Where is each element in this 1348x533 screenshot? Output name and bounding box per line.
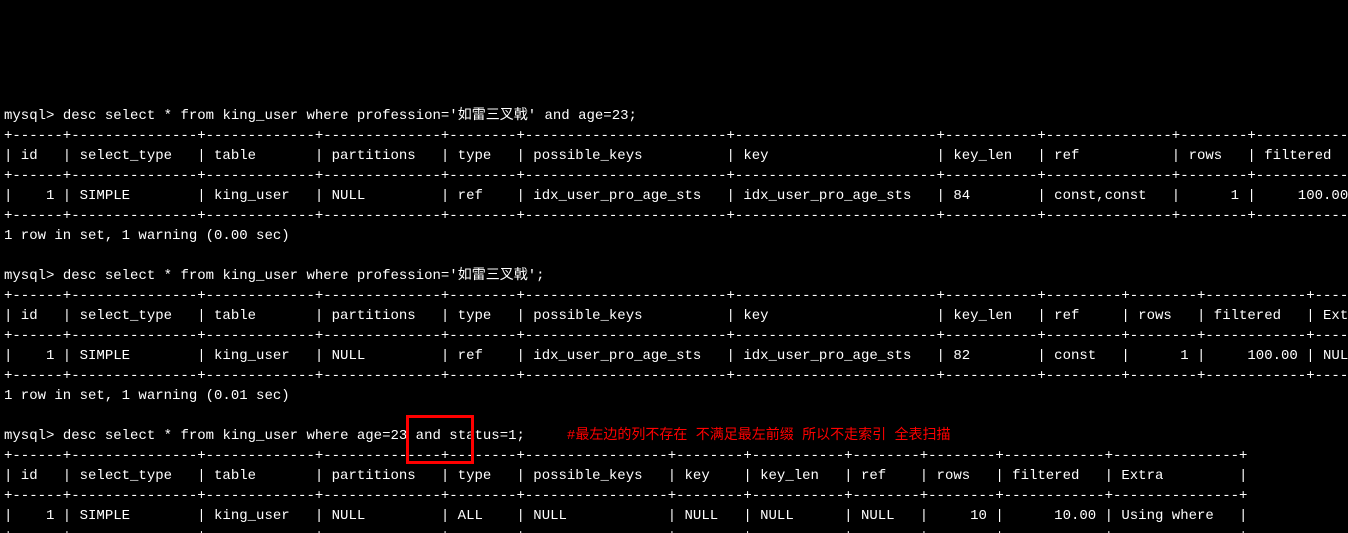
table-border: +------+---------------+-------------+--… <box>4 368 1348 384</box>
table-border: +------+---------------+-------------+--… <box>4 488 1247 504</box>
table-border: +------+---------------+-------------+--… <box>4 528 1247 533</box>
table-row: | 1 | SIMPLE | king_user | NULL | ref | … <box>4 188 1348 204</box>
table-border: +------+---------------+-------------+--… <box>4 128 1348 144</box>
result-footer-0: 1 row in set, 1 warning (0.00 sec) <box>4 228 290 244</box>
annotation-2: #最左边的列不存在 不满足最左前缀 所以不走索引 全表扫描 <box>567 428 951 444</box>
table-border: +------+---------------+-------------+--… <box>4 328 1348 344</box>
table-header-row: | id | select_type | table | partitions … <box>4 468 1247 484</box>
sql-query-2: desc select * from king_user where age=2… <box>63 428 525 444</box>
table-row: | 1 | SIMPLE | king_user | NULL | ALL | … <box>4 508 1247 524</box>
mysql-prompt: mysql> <box>4 268 54 284</box>
mysql-prompt: mysql> <box>4 108 54 124</box>
terminal-output[interactable]: mysql> desc select * from king_user wher… <box>0 100 1348 533</box>
table-border: +------+---------------+-------------+--… <box>4 288 1348 304</box>
table-row: | 1 | SIMPLE | king_user | NULL | ref | … <box>4 348 1348 364</box>
table-header-row: | id | select_type | table | partitions … <box>4 308 1348 324</box>
table-border: +------+---------------+-------------+--… <box>4 208 1348 224</box>
table-border: +------+---------------+-------------+--… <box>4 448 1247 464</box>
mysql-prompt: mysql> <box>4 428 54 444</box>
sql-query-1: desc select * from king_user where profe… <box>63 268 545 284</box>
sql-query-0: desc select * from king_user where profe… <box>63 108 637 124</box>
result-footer-1: 1 row in set, 1 warning (0.01 sec) <box>4 388 290 404</box>
table-border: +------+---------------+-------------+--… <box>4 168 1348 184</box>
table-header-row: | id | select_type | table | partitions … <box>4 148 1348 164</box>
